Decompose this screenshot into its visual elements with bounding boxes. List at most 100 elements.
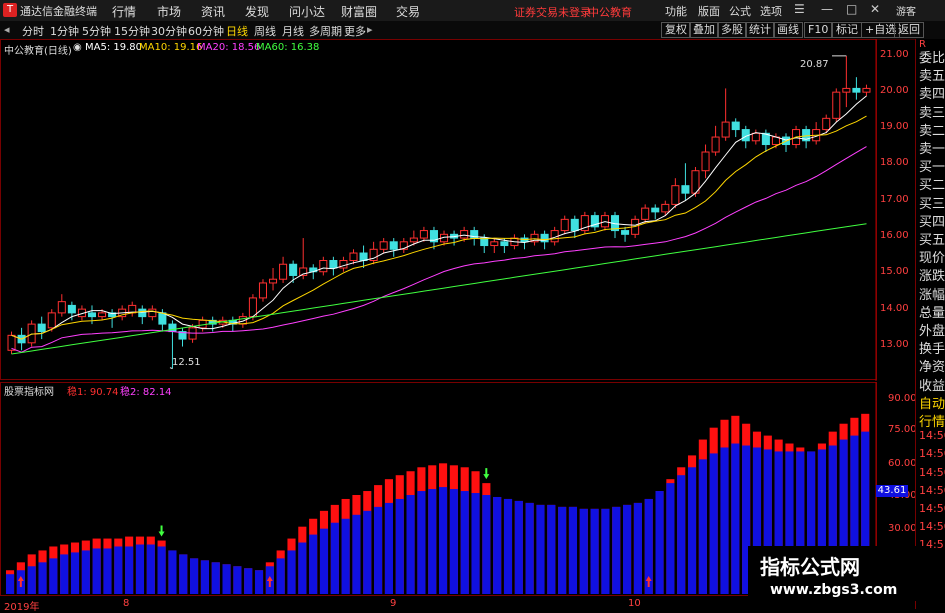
- indicator-blue-bar: [27, 566, 36, 594]
- menu-function[interactable]: 功能: [665, 3, 687, 19]
- period-1min[interactable]: 1分钟: [50, 23, 79, 39]
- period-multi[interactable]: 多周期: [309, 23, 342, 39]
- tool-adjust[interactable]: 复权: [661, 22, 691, 38]
- menu-formula[interactable]: 公式: [729, 3, 751, 19]
- period-monthly[interactable]: 月线: [282, 23, 304, 39]
- menu-news[interactable]: 资讯: [201, 3, 225, 20]
- panel-item[interactable]: 自动: [919, 393, 945, 412]
- candle-body: [7, 334, 16, 351]
- indicator-blue-bar: [38, 562, 47, 594]
- menu-trade[interactable]: 交易: [396, 3, 420, 20]
- period-weekly[interactable]: 周线: [254, 23, 276, 39]
- stock-name-label: 中公教育(日线): [4, 46, 72, 57]
- period-more[interactable]: 更多: [344, 23, 366, 39]
- panel-item[interactable]: 行情: [919, 411, 945, 430]
- indicator-blue-bar: [677, 475, 686, 594]
- menu-market[interactable]: 市场: [157, 3, 181, 20]
- panel-item[interactable]: 买四: [919, 211, 945, 230]
- panel-item[interactable]: 涨跌: [919, 265, 945, 284]
- tool-drawline[interactable]: 画线: [773, 22, 803, 38]
- panel-item[interactable]: 14:50: [919, 429, 945, 442]
- indicator-tick: 90.00: [888, 393, 917, 404]
- menu-layout[interactable]: 版面: [698, 3, 720, 19]
- panel-item[interactable]: 14:50: [919, 502, 945, 515]
- period-60min[interactable]: 60分钟: [188, 23, 224, 39]
- indicator-blue-bar: [590, 508, 599, 594]
- panel-item[interactable]: 14:50: [919, 520, 945, 533]
- candle-body: [822, 117, 831, 131]
- tool-stats[interactable]: 统计: [745, 22, 775, 38]
- candle-body: [379, 241, 388, 250]
- period-15min[interactable]: 15分钟: [114, 23, 150, 39]
- indicator-blue-bar: [623, 504, 632, 594]
- menu-ask[interactable]: 问小达: [289, 3, 325, 20]
- panel-item[interactable]: 买五: [919, 229, 945, 248]
- login-notice[interactable]: 证券交易未登录: [514, 4, 591, 20]
- settings-dot-icon[interactable]: ◉: [73, 42, 82, 53]
- price-tick: 17.00: [880, 194, 909, 205]
- menu-wealth[interactable]: 财富圈: [341, 3, 377, 20]
- x-label-year: 2019年: [4, 602, 40, 613]
- panel-item[interactable]: 14:50: [919, 447, 945, 460]
- candlestick-chart[interactable]: [0, 39, 915, 381]
- panel-item[interactable]: 卖五: [919, 65, 945, 84]
- panel-item[interactable]: 卖二: [919, 120, 945, 139]
- tool-f10[interactable]: F10: [804, 22, 833, 38]
- panel-item[interactable]: 净资: [919, 356, 945, 375]
- current-stock: 中公教育: [588, 6, 632, 19]
- panel-item[interactable]: 买二: [919, 174, 945, 193]
- guest-label[interactable]: 游客: [896, 3, 916, 18]
- indicator-blue-bar: [200, 560, 209, 594]
- panel-item[interactable]: 卖四: [919, 83, 945, 102]
- ma-line-60: [11, 223, 867, 355]
- ma-line-10: [11, 115, 867, 340]
- tool-overlay[interactable]: 叠加: [689, 22, 719, 38]
- indicator-blue-bar: [233, 566, 242, 594]
- panel-item[interactable]: 委比: [919, 47, 945, 66]
- tool-back[interactable]: 返回: [894, 22, 924, 38]
- indicator-blue-bar: [222, 564, 231, 594]
- price-tick: 13.00: [880, 339, 909, 350]
- tool-mark[interactable]: 标记: [832, 22, 862, 38]
- menu-quotes[interactable]: 行情: [112, 3, 136, 20]
- panel-item[interactable]: 外盘: [919, 320, 945, 339]
- candle-body: [409, 237, 418, 243]
- panel-item[interactable]: 总量: [919, 302, 945, 321]
- period-intraday[interactable]: 分时: [22, 23, 44, 39]
- candle-body: [621, 230, 630, 235]
- panel-item[interactable]: 收益: [919, 375, 945, 394]
- panel-item[interactable]: 涨幅: [919, 284, 945, 303]
- panel-item[interactable]: 买三: [919, 193, 945, 212]
- period-5min[interactable]: 5分钟: [82, 23, 111, 39]
- maximize-button[interactable]: □: [846, 2, 857, 16]
- tool-multistock[interactable]: 多股: [717, 22, 747, 38]
- skin-icon[interactable]: ☰: [794, 2, 805, 16]
- candle-body: [721, 121, 730, 138]
- ma10-label: MA10: 19.16: [139, 42, 203, 53]
- menu-discover[interactable]: 发现: [245, 3, 269, 20]
- panel-item[interactable]: 卖一: [919, 138, 945, 157]
- panel-item[interactable]: 买一: [919, 156, 945, 175]
- menu-options[interactable]: 选项: [760, 3, 782, 19]
- panel-item[interactable]: 换手: [919, 338, 945, 357]
- period-daily[interactable]: 日线: [226, 23, 248, 39]
- candle-body: [319, 260, 328, 273]
- indicator-blue-bar: [330, 522, 339, 594]
- panel-item[interactable]: 卖三: [919, 102, 945, 121]
- indicator-blue-bar: [319, 528, 329, 594]
- indicator-blue-bar: [731, 443, 740, 594]
- panel-item[interactable]: 14:50: [919, 484, 945, 497]
- panel-item[interactable]: 现价: [919, 247, 945, 266]
- minimize-button[interactable]: —: [821, 2, 833, 16]
- indicator-blue-bar: [298, 542, 307, 594]
- price-tick: 16.00: [880, 230, 909, 241]
- indicator-blue-bar: [179, 554, 188, 594]
- close-button[interactable]: ✕: [870, 2, 880, 16]
- panel-item[interactable]: 14:50: [919, 466, 945, 479]
- candle-body: [570, 218, 579, 232]
- ma20-label: MA20: 18.56: [197, 42, 261, 53]
- candle-body: [138, 308, 147, 318]
- period-30min[interactable]: 30分钟: [151, 23, 187, 39]
- indicator-blue-bar: [211, 562, 220, 594]
- candle-body: [67, 304, 76, 314]
